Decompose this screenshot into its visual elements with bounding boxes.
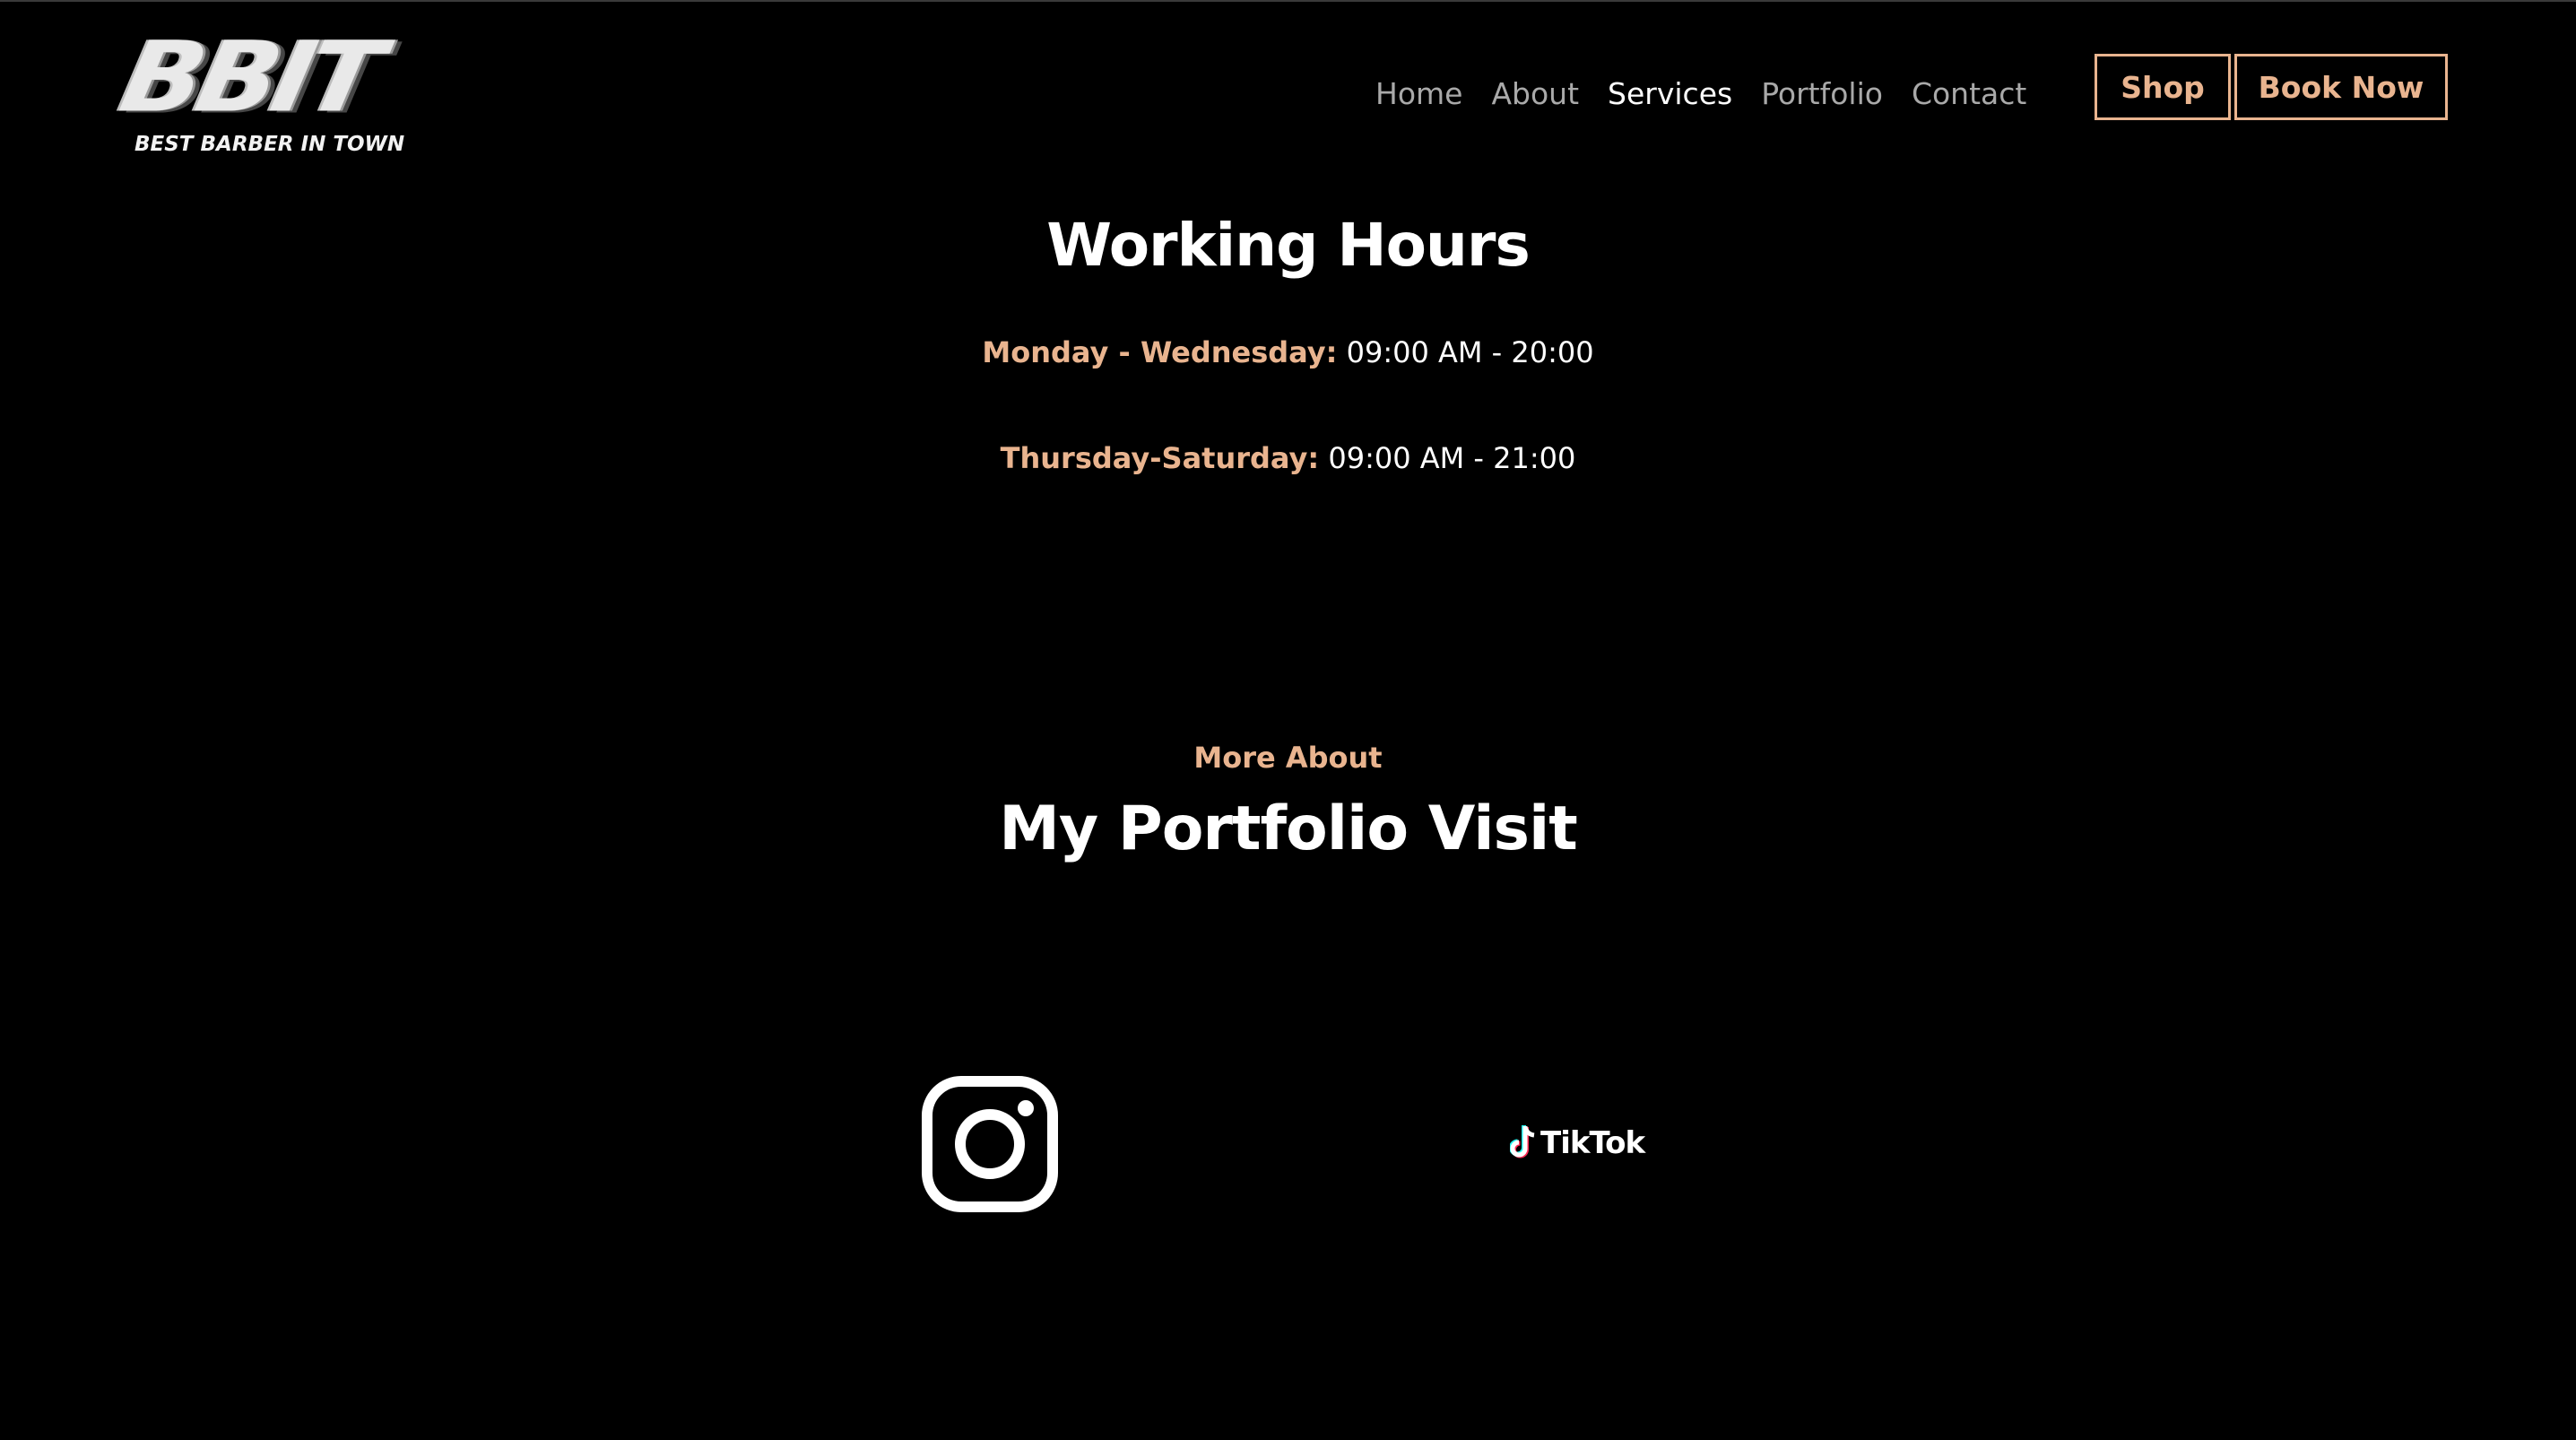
portfolio-eyebrow: More About xyxy=(1193,741,1383,775)
hours-day: Monday - Wednesday: xyxy=(982,335,1338,369)
brand-logo[interactable]: BBIT BEST BARBER IN TOWN xyxy=(112,21,473,161)
logo-tagline: BEST BARBER IN TOWN xyxy=(134,133,405,156)
instagram-link[interactable] xyxy=(922,1076,1058,1212)
nav-home[interactable]: Home xyxy=(1375,72,1462,117)
top-border xyxy=(0,0,2576,2)
hours-row: Thursday-Saturday: 09:00 AM - 21:00 xyxy=(0,441,2576,475)
tiktok-label: TikTok xyxy=(1540,1125,1645,1161)
portfolio-title: My Portfolio Visit xyxy=(999,794,1578,864)
book-now-button[interactable]: Book Now xyxy=(2234,54,2448,120)
hours-time: 09:00 AM - 20:00 xyxy=(1346,335,1594,369)
shop-button[interactable]: Shop xyxy=(2095,54,2231,120)
main-nav: Home About Services Portfolio Contact xyxy=(1375,72,2055,117)
nav-services[interactable]: Services xyxy=(1608,72,1732,117)
instagram-icon xyxy=(922,1076,1058,1212)
tiktok-note-icon xyxy=(1510,1125,1535,1158)
working-hours-title: Working Hours xyxy=(1046,211,1530,280)
tiktok-link[interactable]: TikTok xyxy=(1510,1121,1645,1166)
nav-portfolio[interactable]: Portfolio xyxy=(1761,72,1883,117)
nav-about[interactable]: About xyxy=(1491,72,1579,117)
logo-mark: BBIT xyxy=(111,20,387,134)
nav-contact[interactable]: Contact xyxy=(1912,72,2026,117)
hours-time: 09:00 AM - 21:00 xyxy=(1328,441,1576,475)
hours-row: Monday - Wednesday: 09:00 AM - 20:00 xyxy=(0,335,2576,369)
hours-day: Thursday-Saturday: xyxy=(1000,441,1320,475)
